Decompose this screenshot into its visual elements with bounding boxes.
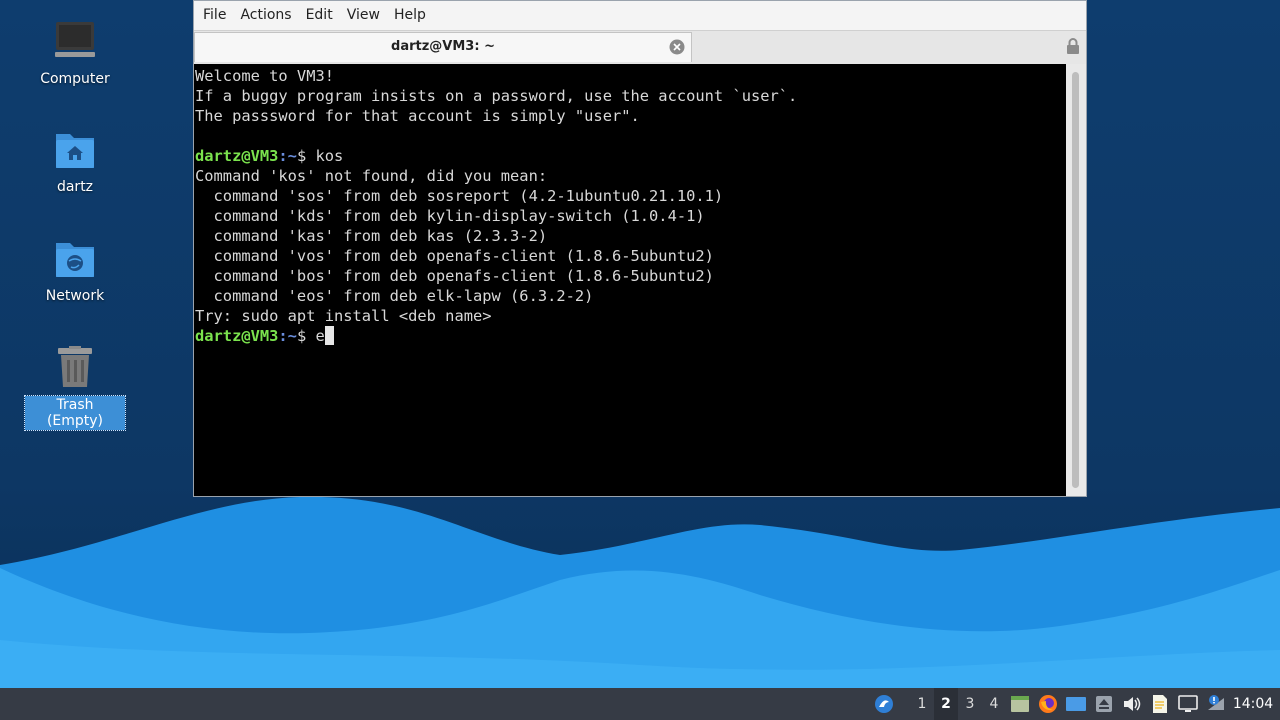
workspace-4[interactable]: 4 xyxy=(982,688,1006,720)
workspace-2[interactable]: 2 xyxy=(934,688,958,720)
menu-icon[interactable] xyxy=(870,688,898,720)
network-folder-icon xyxy=(53,237,97,281)
prompt-symbol: $ xyxy=(296,327,316,345)
terminal-line: Command 'kos' not found, did you mean: xyxy=(195,167,548,185)
taskbar: 1 2 3 4 14:04 xyxy=(0,688,1280,720)
prompt-symbol: $ xyxy=(296,147,316,165)
menu-actions[interactable]: Actions xyxy=(233,1,298,30)
terminal-line: The passsword for that account is simply… xyxy=(195,107,640,125)
terminal-prompt-line: dartz@VM3:~$ kos xyxy=(195,146,1066,166)
desktop-icon-label: Trash (Empty) xyxy=(24,395,126,431)
lock-icon[interactable] xyxy=(1066,37,1080,55)
workspace-3[interactable]: 3 xyxy=(958,688,982,720)
desktop-icon-label: Computer xyxy=(40,71,110,87)
computer-icon xyxy=(53,20,97,64)
terminal-line: If a buggy program insists on a password… xyxy=(195,87,798,105)
terminal-output[interactable]: Welcome to VM3! If a buggy program insist… xyxy=(194,64,1066,496)
desktop-icon[interactable] xyxy=(1062,688,1090,720)
scrollbar-thumb[interactable] xyxy=(1072,72,1079,488)
clock[interactable]: 14:04 xyxy=(1230,688,1276,720)
terminal-line: Try: sudo apt install <deb name> xyxy=(195,307,492,325)
desktop-icon-trash[interactable]: Trash (Empty) xyxy=(24,346,126,431)
desktop-icon-label: Network xyxy=(45,288,105,304)
desktop-icon-computer[interactable]: Computer xyxy=(25,20,125,88)
terminal-scrollbar[interactable] xyxy=(1066,64,1086,496)
desktop-icon-home-folder[interactable]: dartz xyxy=(25,128,125,196)
tab-bar: dartz@VM3: ~ xyxy=(194,30,1086,64)
terminal-prompt-line: dartz@VM3:~$ e xyxy=(195,326,1066,346)
prompt-command: kos xyxy=(315,147,344,165)
menu-file[interactable]: File xyxy=(196,1,233,30)
prompt-path: :~ xyxy=(278,327,297,345)
home-folder-icon xyxy=(53,128,97,172)
terminal-line: command 'sos' from deb sosreport (4.2-1u… xyxy=(195,187,724,205)
terminal-line: Welcome to VM3! xyxy=(195,67,334,85)
volume-icon[interactable] xyxy=(1118,688,1146,720)
terminal-window[interactable]: File Actions Edit View Help dartz@VM3: ~… xyxy=(193,0,1087,497)
current-input[interactable]: e xyxy=(316,327,325,345)
terminal-line: command 'kds' from deb kylin-display-swi… xyxy=(195,207,705,225)
menu-view[interactable]: View xyxy=(340,1,387,30)
network-alert-icon[interactable] xyxy=(1202,688,1230,720)
terminal-line: command 'eos' from deb elk-lapw (6.3.2-2… xyxy=(195,287,594,305)
trash-icon xyxy=(53,346,97,390)
desktop-icon-network[interactable]: Network xyxy=(25,237,125,305)
prompt-path: :~ xyxy=(278,147,297,165)
notes-icon[interactable] xyxy=(1146,688,1174,720)
tab-terminal[interactable]: dartz@VM3: ~ xyxy=(194,32,692,62)
display-icon[interactable] xyxy=(1174,688,1202,720)
menu-help[interactable]: Help xyxy=(387,1,433,30)
prompt-user: dartz@VM3 xyxy=(195,327,279,345)
prompt-user: dartz@VM3 xyxy=(195,147,279,165)
text-cursor xyxy=(324,326,334,345)
close-tab-icon[interactable] xyxy=(669,39,685,55)
menu-edit[interactable]: Edit xyxy=(299,1,340,30)
desktop: Computer dartz Network Trash (Empty) Fil… xyxy=(0,0,1280,688)
terminal-line: command 'bos' from deb openafs-client (1… xyxy=(195,267,714,285)
upload-icon[interactable] xyxy=(1090,688,1118,720)
terminal-line: command 'kas' from deb kas (2.3.3-2) xyxy=(195,227,548,245)
firefox-icon[interactable] xyxy=(1034,688,1062,720)
tab-title: dartz@VM3: ~ xyxy=(391,39,495,54)
file-manager-icon[interactable] xyxy=(1006,688,1034,720)
workspace-1[interactable]: 1 xyxy=(910,688,934,720)
terminal-line: command 'vos' from deb openafs-client (1… xyxy=(195,247,714,265)
menu-bar: File Actions Edit View Help xyxy=(194,1,1086,30)
desktop-icon-label: dartz xyxy=(56,179,94,195)
